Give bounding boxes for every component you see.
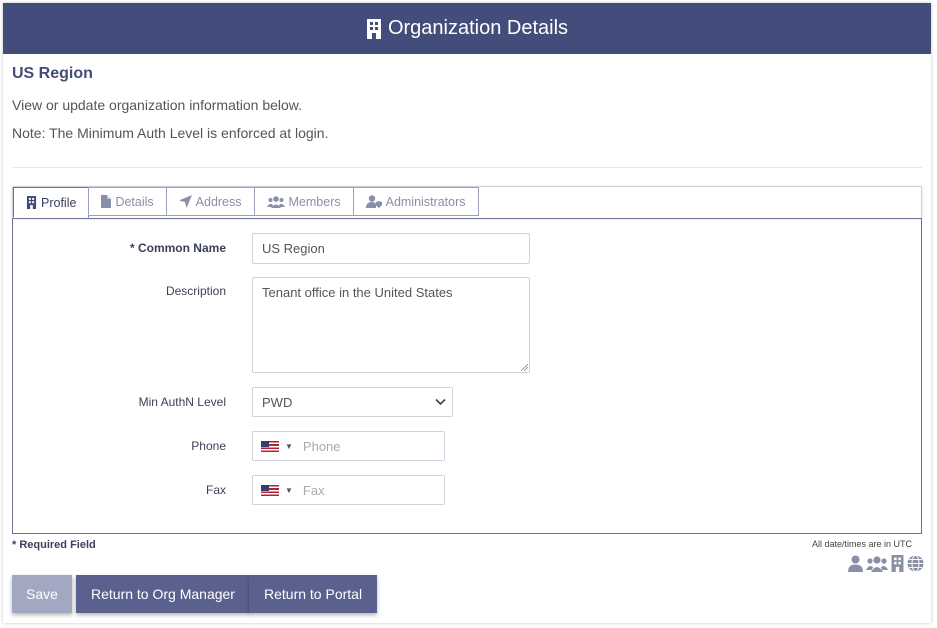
required-field-note: * Required Field (12, 539, 96, 551)
caret-down-icon[interactable]: ▼ (285, 442, 293, 451)
user-shield-icon (365, 195, 382, 208)
organization-details-card: Organization Details US Region View or u… (3, 3, 931, 623)
users-icon (866, 556, 888, 572)
tab-label: Members (288, 194, 341, 209)
page-title: Organization Details (387, 17, 569, 39)
common-name-value: US Region (262, 241, 325, 256)
caret-down-icon[interactable]: ▼ (285, 486, 293, 495)
tab-administrators[interactable]: Administrators (352, 187, 479, 216)
building-icon (26, 196, 37, 209)
footer-icons (847, 555, 924, 572)
tab-label: Profile (41, 195, 77, 210)
tab-bar: Profile Details Address Members Administ… (12, 186, 922, 218)
utc-note: All date/times are in UTC (811, 539, 912, 549)
profile-panel: * Common Name US Region Description Tena… (12, 218, 922, 534)
tab-details[interactable]: Details (88, 187, 167, 216)
fax-input[interactable]: ▼ Fax (252, 475, 445, 505)
tab-label: Details (115, 194, 154, 209)
intro-text: View or update organization information … (12, 97, 303, 113)
tab-label: Address (195, 194, 242, 209)
note-text: Note: The Minimum Auth Level is enforced… (12, 125, 329, 141)
common-name-input[interactable]: US Region (252, 233, 530, 264)
phone-input[interactable]: ▼ Phone (252, 431, 445, 461)
users-icon (266, 195, 285, 208)
phone-label: Phone (191, 439, 226, 453)
building-icon (366, 18, 381, 39)
description-label: Description (165, 284, 226, 298)
tab-profile[interactable]: Profile (13, 187, 90, 218)
tab-members[interactable]: Members (253, 187, 354, 216)
common-name-label: * Common Name (129, 241, 226, 255)
fax-label: Fax (205, 483, 226, 497)
us-flag-icon[interactable] (261, 484, 279, 496)
org-name: US Region (12, 65, 93, 82)
min-authn-select[interactable]: PWD (252, 387, 453, 417)
min-authn-value: PWD (262, 394, 293, 410)
resize-handle-icon[interactable] (521, 364, 528, 371)
description-textarea[interactable]: Tenant office in the United States (252, 277, 530, 373)
page-header: Organization Details (3, 3, 931, 54)
building-icon (891, 555, 904, 572)
us-flag-icon[interactable] (261, 440, 279, 452)
phone-placeholder: Phone (302, 438, 341, 454)
return-to-org-manager-button[interactable]: Return to Org Manager (76, 575, 250, 613)
min-authn-label: Min AuthN Level (138, 395, 226, 409)
tab-address[interactable]: Address (165, 187, 255, 216)
save-button[interactable]: Save (12, 575, 72, 613)
divider (12, 167, 922, 168)
description-value: Tenant office in the United States (262, 285, 453, 300)
fax-placeholder: Fax (302, 482, 325, 498)
file-icon (101, 195, 112, 208)
globe-icon (907, 555, 924, 572)
return-to-portal-button[interactable]: Return to Portal (249, 575, 378, 613)
location-arrow-icon (178, 195, 192, 208)
tab-label: Administrators (385, 194, 466, 209)
chevron-down-icon (435, 398, 446, 406)
user-icon (848, 555, 863, 572)
